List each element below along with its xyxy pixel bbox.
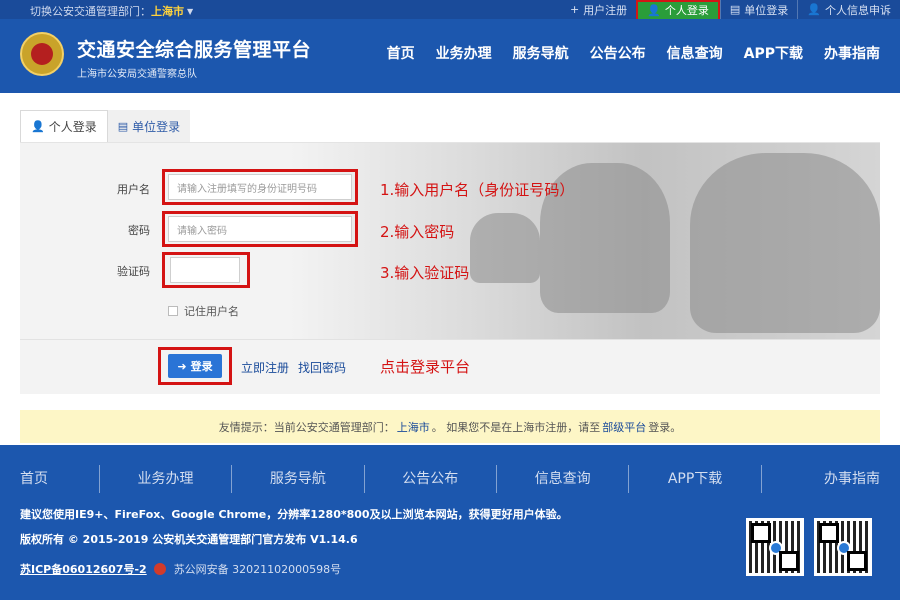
main-nav: 首页 业务办理 服务导航 公告公布 信息查询 APP下载 办事指南 (387, 43, 880, 63)
nav-guide[interactable]: 办事指南 (824, 43, 880, 63)
browser-note: 建议您使用IE9+、FireFox、Google Chrome，分辨率1280*… (20, 508, 568, 521)
car-shape (470, 213, 540, 283)
person-icon: 👤 (647, 3, 661, 17)
police-badge-icon (154, 563, 167, 575)
footer-nav-app-download[interactable]: APP下载 (628, 465, 760, 493)
footer-nav-info-query[interactable]: 信息查询 (496, 465, 628, 493)
annotation-box-login (158, 347, 232, 385)
tab-unit-label: 单位登录 (132, 119, 181, 134)
tab-personal-login[interactable]: 👤 个人登录 (20, 110, 108, 142)
top-utility-bar: 切换公安交通管理部门：上海市 ▼ + 用户注册 👤 个人登录 ▤ 单位登录 👤 个… (0, 0, 900, 21)
personal-login-link[interactable]: 👤 个人登录 (636, 0, 720, 21)
appeal-link[interactable]: 👤 个人信息申诉 (797, 0, 900, 19)
nav-app-download[interactable]: APP下载 (744, 43, 803, 63)
footer-nav-business[interactable]: 业务办理 (98, 465, 231, 493)
unit-login-link[interactable]: ▤ 单位登录 (719, 0, 797, 19)
personal-login-label: 个人登录 (664, 4, 709, 17)
traffic-background-image (290, 143, 880, 339)
footer-nav-announcements[interactable]: 公告公布 (363, 465, 496, 493)
username-label: 用户名 (117, 183, 150, 196)
unit-login-label: 单位登录 (744, 3, 789, 17)
friendly-hint-bar: 友情提示：当前公安交通管理部门： 上海市 。 如果您不是在上海市注册，请至 部级… (20, 410, 880, 443)
plus-icon: + (569, 3, 580, 16)
tab-personal-label: 个人登录 (48, 120, 97, 134)
footer-nav-service-guide[interactable]: 服务导航 (231, 465, 363, 493)
register-link[interactable]: + 用户注册 (561, 0, 636, 19)
copyright: 版权所有 © 2015-2019 公安机关交通管理部门官方发布 V1.14.6 (20, 533, 358, 546)
captcha-label: 验证码 (117, 265, 150, 278)
password-label: 密码 (128, 224, 150, 237)
building-icon: ▤ (117, 119, 129, 133)
tab-unit-login[interactable]: ▤ 单位登录 (107, 110, 191, 142)
nav-business[interactable]: 业务办理 (436, 43, 492, 63)
site-title: 交通安全综合服务管理平台 (77, 39, 312, 61)
annotation-box-password (162, 211, 358, 247)
site-header: 交通安全综合服务管理平台 上海市公安局交通警察总队 首页 业务办理 服务导航 公… (0, 19, 900, 93)
annotation-box-captcha (162, 252, 250, 288)
building-icon: ▤ (729, 3, 741, 16)
forgot-password-link[interactable]: 找回密码 (298, 359, 346, 376)
nav-announcements[interactable]: 公告公布 (590, 43, 646, 63)
police-record-link[interactable]: 苏公网安备 32021102000598号 (174, 563, 341, 576)
annotation-step2: 2.输入密码 (380, 223, 455, 241)
register-now-link[interactable]: 立即注册 (241, 359, 289, 376)
login-tabs: 👤 个人登录 ▤ 单位登录 (20, 110, 191, 142)
annotation-step4: 点击登录平台 (380, 358, 471, 376)
remember-checkbox[interactable] (168, 306, 178, 316)
brand: 交通安全综合服务管理平台 上海市公安局交通警察总队 (77, 35, 311, 80)
register-link-label: 用户注册 (583, 3, 628, 17)
remember-label: 记住用户名 (184, 305, 239, 318)
appeal-link-label: 个人信息申诉 (825, 3, 891, 17)
record-info: 苏ICP备06012607号-2 苏公网安备 32021102000598号 (20, 561, 341, 577)
nav-service-guide[interactable]: 服务导航 (513, 43, 569, 63)
car-shape (690, 153, 880, 333)
ministry-platform-link[interactable]: 部级平台 (602, 419, 646, 435)
icp-link[interactable]: 苏ICP备06012607号-2 (20, 563, 147, 576)
annotation-box-username (162, 169, 358, 205)
annotation-step3: 3.输入验证码 (380, 264, 470, 282)
login-panel: 用户名 请输入注册填写的身份证明号码 1.输入用户名（身份证号码） 密码 请输入… (20, 142, 880, 394)
nav-info-query[interactable]: 信息查询 (667, 43, 723, 63)
hint-middle: 。 如果您不是在上海市注册，请至 (431, 420, 601, 434)
person-icon: 👤 (807, 3, 821, 16)
footer-nav: 首页 业务办理 服务导航 公告公布 信息查询 APP下载 办事指南 (0, 465, 900, 493)
hint-city: 上海市 (396, 420, 430, 434)
remember-username[interactable]: 记住用户名 (168, 303, 239, 319)
footer-nav-guide[interactable]: 办事指南 (760, 465, 900, 493)
nav-home[interactable]: 首页 (387, 43, 415, 63)
person-icon: 👤 (31, 120, 45, 133)
utility-links: + 用户注册 👤 个人登录 ▤ 单位登录 👤 个人信息申诉 (561, 0, 900, 21)
footer-nav-home[interactable]: 首页 (0, 465, 99, 493)
switch-label: 切换公安交通管理部门： (30, 5, 151, 18)
current-city: 上海市 (151, 5, 184, 18)
qr-code-icon (746, 518, 804, 576)
annotation-step1: 1.输入用户名（身份证号码） (380, 181, 575, 199)
hint-suffix: 登录。 (648, 420, 682, 434)
qr-code-icon (814, 518, 872, 576)
hint-prefix: 友情提示：当前公安交通管理部门： (218, 420, 395, 434)
caret-down-icon: ▼ (187, 7, 194, 16)
site-subtitle: 上海市公安局交通警察总队 (77, 69, 197, 80)
department-switcher[interactable]: 切换公安交通管理部门：上海市 ▼ (30, 3, 193, 19)
site-footer: 首页 业务办理 服务导航 公告公布 信息查询 APP下载 办事指南 建议您使用I… (0, 445, 900, 600)
police-emblem-logo[interactable] (20, 32, 64, 76)
